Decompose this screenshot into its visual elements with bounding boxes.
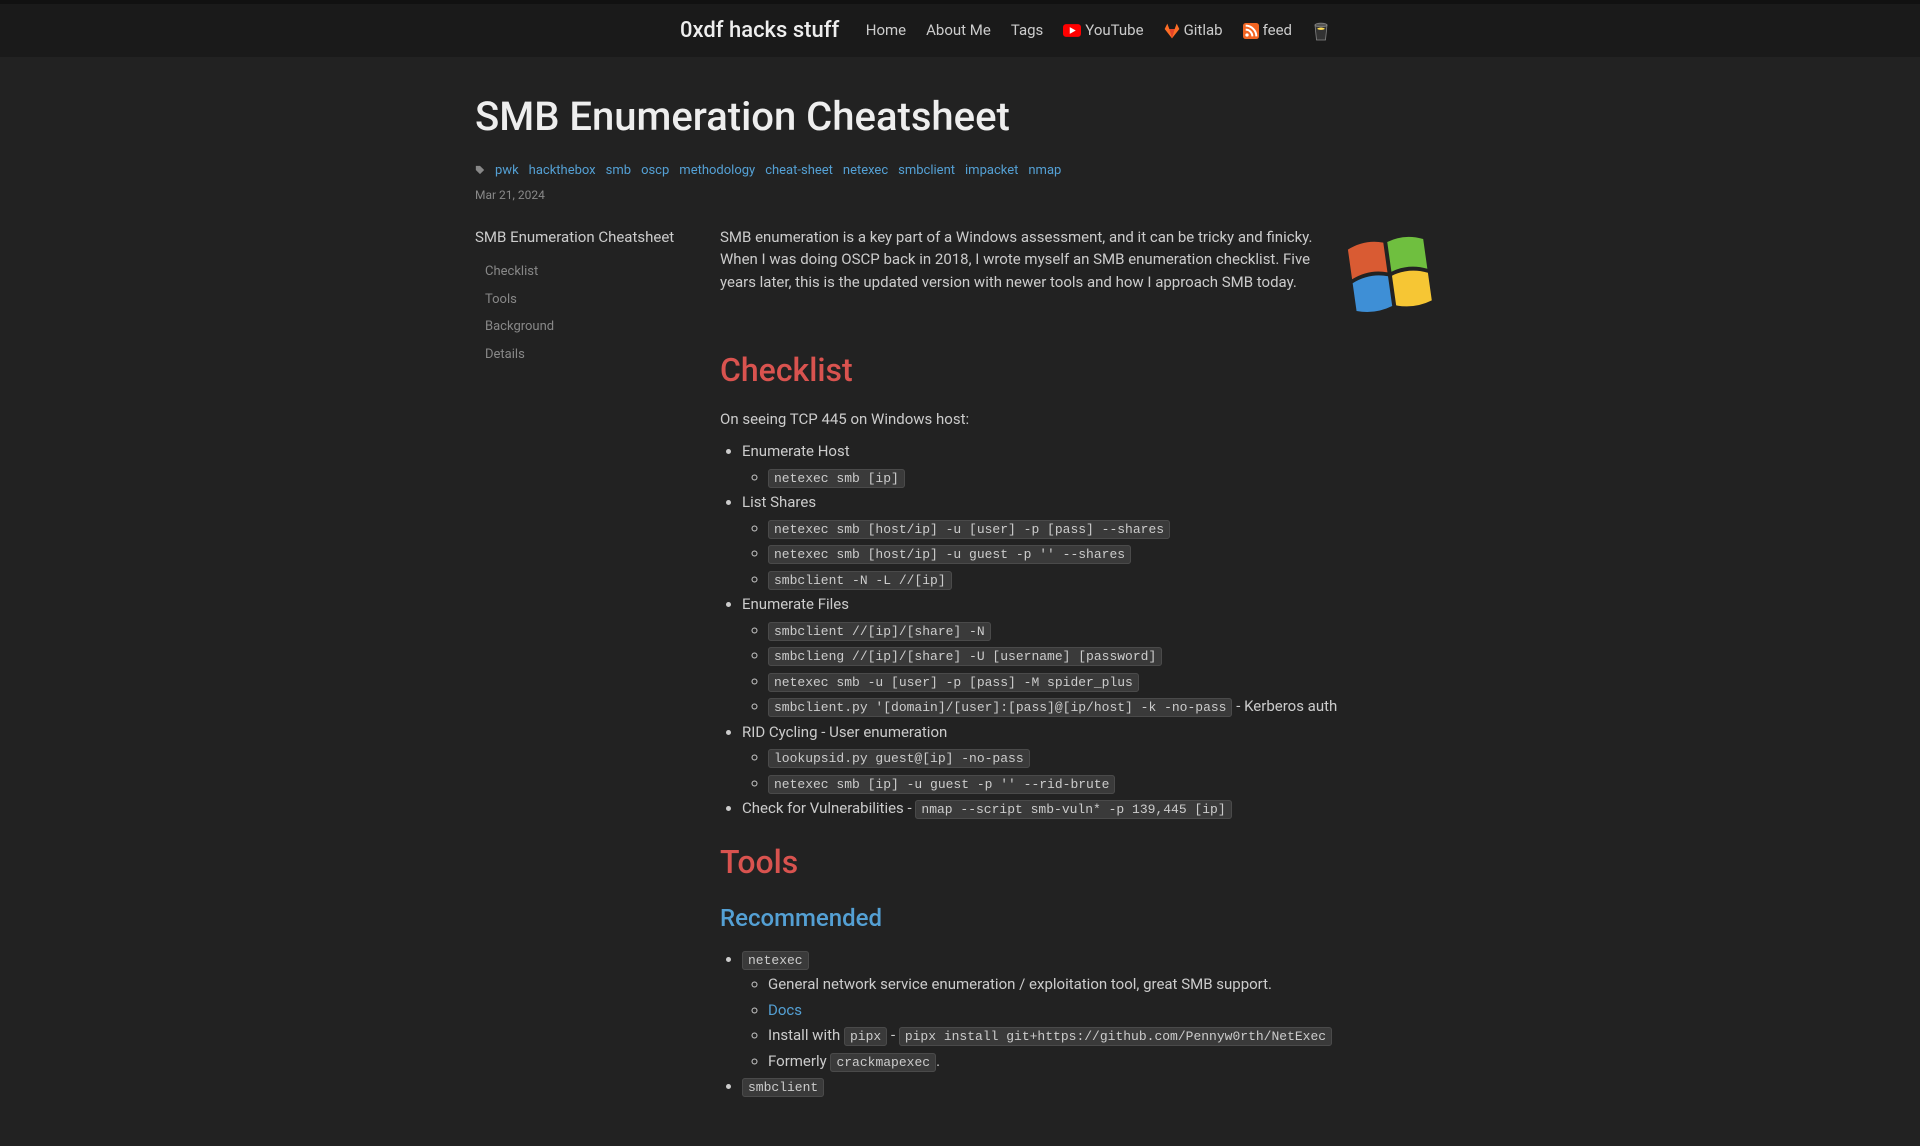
tag-link[interactable]: cheat-sheet <box>765 161 833 181</box>
list-item: netexec smb [host/ip] -u [user] -p [pass… <box>768 517 1445 540</box>
primary-nav: Home About Me Tags YouTube Gitlab feed <box>866 19 1330 42</box>
code: netexec smb [host/ip] -u [user] -p [pass… <box>768 520 1170 539</box>
main-content: SMB enumeration is a key part of a Windo… <box>720 226 1445 1106</box>
list-item: General network service enumeration / ex… <box>768 973 1445 996</box>
tag-link[interactable]: smbclient <box>898 161 955 181</box>
toc-item-checklist[interactable]: Checklist <box>475 258 690 286</box>
code: lookupsid.py guest@[ip] -no-pass <box>768 749 1030 768</box>
li-label: Enumerate Host <box>742 442 850 460</box>
text: Formerly <box>768 1052 830 1070</box>
text: . <box>936 1052 940 1070</box>
code: netexec smb [host/ip] -u guest -p '' --s… <box>768 545 1131 564</box>
page-title: SMB Enumeration Cheatsheet <box>475 87 1445 147</box>
tag-link[interactable]: hackthebox <box>529 161 596 181</box>
tag-link[interactable]: smb <box>606 161 631 181</box>
list-item: smbclient.py '[domain]/[user]:[pass]@[ip… <box>768 695 1445 718</box>
intro-paragraph: SMB enumeration is a key part of a Windo… <box>720 226 1315 316</box>
code: smbclient //[ip]/[share] -N <box>768 622 991 641</box>
list-item: Enumerate Files smbclient //[ip]/[share]… <box>742 593 1445 718</box>
nav-about[interactable]: About Me <box>926 19 991 42</box>
code: smbclient -N -L //[ip] <box>768 571 952 590</box>
tag-link[interactable]: pwk <box>495 161 519 181</box>
windows-logo-icon <box>1335 226 1445 326</box>
heading-tools: Tools <box>720 838 1445 886</box>
list-item: smbclient //[ip]/[share] -N <box>768 619 1445 642</box>
toc-item-tools[interactable]: Tools <box>475 286 690 314</box>
list-item: Install with pipx - pipx install git+htt… <box>768 1024 1445 1047</box>
text: - <box>887 1026 899 1044</box>
code: smbclient <box>742 1078 824 1097</box>
li-label: Check for Vulnerabilities - <box>742 799 915 817</box>
youtube-icon <box>1063 24 1081 37</box>
code: netexec smb [ip] <box>768 469 905 488</box>
code: pipx <box>844 1027 887 1046</box>
list-item: Check for Vulnerabilities - nmap --scrip… <box>742 797 1445 820</box>
heading-recommended: Recommended <box>720 900 1445 936</box>
nav-tags[interactable]: Tags <box>1011 19 1043 42</box>
nav-gitlab[interactable]: Gitlab <box>1164 19 1223 42</box>
tag-link[interactable]: oscp <box>641 161 669 181</box>
code: nmap --script smb-vuln* -p 139,445 [ip] <box>915 800 1231 819</box>
toc-item-details[interactable]: Details <box>475 341 690 369</box>
list-item: netexec General network service enumerat… <box>742 948 1445 1073</box>
checklist-lead: On seeing TCP 445 on Windows host: <box>720 408 1445 431</box>
nav-tip[interactable] <box>1312 20 1330 42</box>
tag-link[interactable]: nmap <box>1028 161 1061 181</box>
list-item: netexec smb [ip] -u guest -p '' --rid-br… <box>768 772 1445 795</box>
tag-link[interactable]: netexec <box>843 161 888 181</box>
tag-row: pwk hackthebox smb oscp methodology chea… <box>475 159 1445 182</box>
li-label: Enumerate Files <box>742 595 849 613</box>
code: crackmapexec <box>830 1053 936 1072</box>
list-item: netexec smb [host/ip] -u guest -p '' --s… <box>768 542 1445 565</box>
list-item: lookupsid.py guest@[ip] -no-pass <box>768 746 1445 769</box>
gitlab-icon <box>1164 23 1180 39</box>
toc-sidebar: SMB Enumeration Cheatsheet Checklist Too… <box>475 226 690 1106</box>
list-item: smbclient <box>742 1075 1445 1098</box>
code: netexec smb -u [user] -p [pass] -M spide… <box>768 673 1139 692</box>
nav-home[interactable]: Home <box>866 19 906 42</box>
list-item: smbclieng //[ip]/[share] -U [username] [… <box>768 644 1445 667</box>
tip-jar-icon <box>1312 20 1330 42</box>
nav-feed[interactable]: feed <box>1243 19 1292 42</box>
nav-feed-label: feed <box>1263 19 1292 42</box>
code-suffix: - Kerberos auth <box>1232 697 1337 715</box>
list-item: Enumerate Host netexec smb [ip] <box>742 440 1445 488</box>
tag-link[interactable]: impacket <box>965 161 1018 181</box>
site-header: 0xdf hacks stuff Home About Me Tags YouT… <box>0 4 1920 57</box>
code: pipx install git+https://github.com/Penn… <box>899 1027 1332 1046</box>
docs-link[interactable]: Docs <box>768 1001 802 1019</box>
list-item: netexec smb [ip] <box>768 466 1445 489</box>
post-date: Mar 21, 2024 <box>475 186 1445 204</box>
tag-link[interactable]: methodology <box>679 161 755 181</box>
li-label: List Shares <box>742 493 816 511</box>
toc-title[interactable]: SMB Enumeration Cheatsheet <box>475 226 690 249</box>
list-item: Docs <box>768 999 1445 1022</box>
tag-icon <box>475 159 485 182</box>
text: Install with <box>768 1026 844 1044</box>
list-item: RID Cycling - User enumeration lookupsid… <box>742 721 1445 795</box>
nav-youtube[interactable]: YouTube <box>1063 19 1143 42</box>
nav-youtube-label: YouTube <box>1085 19 1143 42</box>
code: netexec <box>742 951 809 970</box>
code: smbclieng //[ip]/[share] -U [username] [… <box>768 647 1162 666</box>
toc-item-background[interactable]: Background <box>475 313 690 341</box>
brand[interactable]: 0xdf hacks stuff <box>680 14 839 47</box>
code: smbclient.py '[domain]/[user]:[pass]@[ip… <box>768 698 1232 717</box>
li-label: RID Cycling - User enumeration <box>742 723 947 741</box>
rss-icon <box>1243 23 1259 39</box>
nav-gitlab-label: Gitlab <box>1184 19 1223 42</box>
list-item: List Shares netexec smb [host/ip] -u [us… <box>742 491 1445 590</box>
list-item: smbclient -N -L //[ip] <box>768 568 1445 591</box>
heading-checklist: Checklist <box>720 346 1445 394</box>
code: netexec smb [ip] -u guest -p '' --rid-br… <box>768 775 1115 794</box>
list-item: netexec smb -u [user] -p [pass] -M spide… <box>768 670 1445 693</box>
list-item: Formerly crackmapexec. <box>768 1050 1445 1073</box>
